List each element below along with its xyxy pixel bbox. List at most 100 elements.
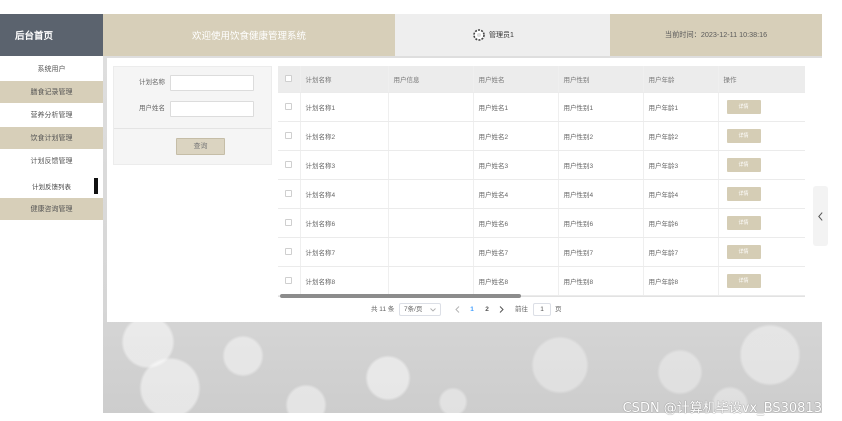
cell-select bbox=[278, 208, 301, 238]
chevron-down-icon bbox=[430, 308, 436, 312]
sidebar-item-label: 系统用户 bbox=[37, 66, 66, 73]
brand-title: 后台首页 bbox=[15, 31, 54, 42]
row-checkbox[interactable] bbox=[285, 189, 292, 197]
cell-user-name: 用户姓名1 bbox=[473, 92, 559, 122]
column-header-user-name: 用户姓名 bbox=[473, 66, 559, 93]
column-header-select bbox=[278, 66, 301, 93]
table-row: 计划名称6 用户姓名6 用户性别6 用户年龄6 详情 bbox=[278, 208, 805, 238]
pagination: 共 11 条 7条/页 1 2 前往 页 bbox=[366, 302, 566, 317]
row-checkbox[interactable] bbox=[285, 247, 292, 255]
cell-user-info bbox=[388, 121, 474, 151]
cell-user-info bbox=[388, 237, 474, 267]
sidebar-item-label: 饮食计划管理 bbox=[30, 135, 73, 142]
cell-actions: 详情 bbox=[718, 208, 805, 238]
row-checkbox[interactable] bbox=[285, 131, 292, 139]
page-number-button[interactable]: 2 bbox=[483, 302, 491, 317]
table-row: 计划名称7 用户姓名7 用户性别7 用户年龄7 详情 bbox=[278, 237, 805, 267]
page-size-select[interactable]: 7条/页 bbox=[399, 303, 441, 316]
active-indicator bbox=[94, 178, 98, 194]
column-header-user-info: 用户信息 bbox=[388, 66, 474, 93]
detail-button[interactable]: 详情 bbox=[726, 99, 761, 114]
pagination-total: 共 11 条 bbox=[371, 306, 395, 313]
sidebar-item-nutrition-analysis[interactable]: 营养分析管理 bbox=[0, 104, 103, 126]
scrollbar-thumb[interactable] bbox=[280, 294, 521, 298]
watermark: CSDN @计算机毕设vx_BS30813 bbox=[622, 401, 822, 416]
horizontal-scrollbar[interactable] bbox=[278, 294, 805, 298]
sidebar: 系统用户 膳食记录管理 营养分析管理 饮食计划管理 计划反馈管理 计划反馈列表 … bbox=[0, 56, 103, 421]
sidebar-subitem-plan-feedback-list[interactable]: 计划反馈列表 bbox=[0, 176, 103, 196]
cell-select bbox=[278, 150, 301, 180]
detail-button[interactable]: 详情 bbox=[726, 157, 761, 172]
sidebar-item-meal-records[interactable]: 膳食记录管理 bbox=[0, 81, 103, 103]
brand-home-link[interactable]: 后台首页 bbox=[0, 14, 103, 56]
cell-user-name: 用户姓名2 bbox=[473, 121, 559, 151]
cell-select bbox=[278, 92, 301, 122]
cell-user-name: 用户姓名6 bbox=[473, 208, 559, 238]
chevron-left-icon bbox=[455, 306, 460, 313]
detail-button[interactable]: 详情 bbox=[726, 244, 761, 259]
cell-plan-name: 计划名称7 bbox=[300, 237, 389, 267]
sidebar-item-system-users[interactable]: 系统用户 bbox=[0, 58, 103, 80]
cell-actions: 详情 bbox=[718, 237, 805, 267]
page-size-value: 7条/页 bbox=[404, 306, 423, 313]
goto-page-input[interactable] bbox=[533, 303, 551, 316]
sidebar-item-label: 营养分析管理 bbox=[30, 112, 73, 119]
goto-suffix: 页 bbox=[555, 306, 562, 313]
plan-name-input[interactable] bbox=[170, 75, 254, 91]
table-row: 计划名称2 用户姓名2 用户性别2 用户年龄2 详情 bbox=[278, 121, 805, 151]
side-toggle-button[interactable] bbox=[813, 186, 828, 246]
cell-select bbox=[278, 179, 301, 209]
select-all-checkbox[interactable] bbox=[285, 75, 292, 83]
user-menu[interactable]: 管理员1 bbox=[395, 14, 610, 56]
next-page-button[interactable] bbox=[499, 302, 504, 317]
cell-user-gender: 用户性别1 bbox=[558, 92, 644, 122]
row-checkbox[interactable] bbox=[285, 276, 292, 284]
cell-user-age: 用户年龄3 bbox=[643, 150, 719, 180]
cell-user-age: 用户年龄4 bbox=[643, 179, 719, 209]
cell-actions: 详情 bbox=[718, 179, 805, 209]
row-checkbox[interactable] bbox=[285, 218, 292, 226]
table-body: 计划名称1 用户姓名1 用户性别1 用户年龄1 详情 计划名称2 用户姓名2 用户性别2 用户年… bbox=[278, 92, 805, 296]
row-checkbox[interactable] bbox=[285, 160, 292, 168]
search-button[interactable]: 查询 bbox=[176, 138, 225, 155]
prev-page-button[interactable] bbox=[455, 302, 460, 317]
avatar-icon bbox=[473, 29, 485, 41]
column-header-user-gender: 用户性别 bbox=[558, 66, 644, 93]
sidebar-item-label: 计划反馈管理 bbox=[30, 158, 73, 165]
cell-user-info bbox=[388, 179, 474, 209]
column-header-plan-name: 计划名称 bbox=[300, 66, 389, 93]
user-name-label: 用户姓名 bbox=[139, 105, 165, 112]
detail-button[interactable]: 详情 bbox=[726, 215, 761, 230]
table-row: 计划名称3 用户姓名3 用户性别3 用户年龄3 详情 bbox=[278, 150, 805, 180]
detail-button[interactable]: 详情 bbox=[726, 273, 761, 288]
cell-user-age: 用户年龄7 bbox=[643, 237, 719, 267]
cell-user-age: 用户年龄6 bbox=[643, 208, 719, 238]
cell-user-name: 用户姓名3 bbox=[473, 150, 559, 180]
cell-user-name: 用户姓名8 bbox=[473, 266, 559, 296]
cell-plan-name: 计划名称2 bbox=[300, 121, 389, 151]
row-checkbox[interactable] bbox=[285, 102, 292, 110]
sidebar-item-diet-plans[interactable]: 饮食计划管理 bbox=[0, 127, 103, 149]
sidebar-item-label: 膳食记录管理 bbox=[30, 89, 73, 96]
cell-plan-name: 计划名称4 bbox=[300, 179, 389, 209]
table-header: 计划名称 用户信息 用户姓名 用户性别 用户年龄 操作 bbox=[278, 66, 805, 93]
current-time: 当前时间：2023-12-11 10:38:16 bbox=[664, 30, 768, 39]
sidebar-item-label: 健康咨询管理 bbox=[30, 206, 73, 213]
detail-button[interactable]: 详情 bbox=[726, 186, 761, 201]
cell-user-info bbox=[388, 150, 474, 180]
cell-user-gender: 用户性别8 bbox=[558, 266, 644, 296]
table-header-row: 计划名称 用户信息 用户姓名 用户性别 用户年龄 操作 bbox=[278, 66, 805, 93]
cell-plan-name: 计划名称8 bbox=[300, 266, 389, 296]
page-number-button[interactable]: 1 bbox=[468, 302, 476, 317]
form-divider bbox=[114, 128, 271, 129]
sidebar-item-health-consultation[interactable]: 健康咨询管理 bbox=[0, 198, 103, 220]
user-name-input[interactable] bbox=[170, 101, 254, 117]
cell-actions: 详情 bbox=[718, 92, 805, 122]
sidebar-item-plan-feedback[interactable]: 计划反馈管理 bbox=[0, 150, 103, 172]
cell-actions: 详情 bbox=[718, 150, 805, 180]
detail-button[interactable]: 详情 bbox=[726, 128, 761, 143]
goto-label: 前往 bbox=[515, 306, 528, 313]
cell-user-name: 用户姓名7 bbox=[473, 237, 559, 267]
feedback-table: 计划名称 用户信息 用户姓名 用户性别 用户年龄 操作 计划名称1 用户姓名1 用户… bbox=[278, 66, 805, 296]
user-name: 管理员1 bbox=[489, 32, 514, 39]
